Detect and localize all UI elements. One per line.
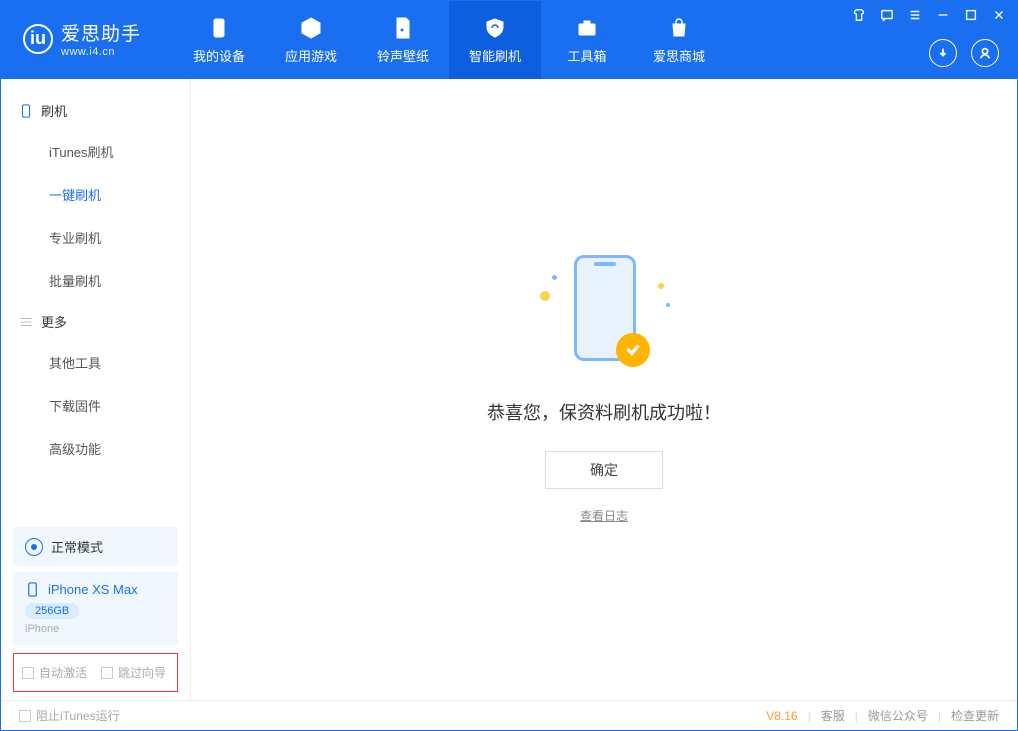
- nav-label: 工具箱: [568, 46, 607, 65]
- device-icon: [19, 104, 33, 118]
- version-label: V8.16: [766, 709, 797, 723]
- sidebar-heading-label: 更多: [41, 312, 67, 331]
- logo-badge-icon: iu: [23, 24, 53, 54]
- option-label: 自动激活: [39, 664, 87, 681]
- music-file-icon: [391, 16, 415, 40]
- options-highlight-box: 自动激活 跳过向导: [13, 653, 178, 692]
- sidebar-item-itunes-flash[interactable]: iTunes刷机: [1, 130, 190, 173]
- view-log-link[interactable]: 查看日志: [580, 507, 628, 524]
- nav-smart-flash[interactable]: 智能刷机: [449, 1, 541, 79]
- option-auto-activate[interactable]: 自动激活: [22, 664, 87, 681]
- ok-button[interactable]: 确定: [545, 451, 663, 489]
- sidebar-heading-more: 更多: [1, 302, 190, 341]
- maximize-icon[interactable]: [963, 7, 979, 23]
- sidebar-item-advanced[interactable]: 高级功能: [1, 427, 190, 470]
- sidebar-heading-flash: 刷机: [1, 91, 190, 130]
- checkbox-icon: [19, 710, 31, 722]
- app-url: www.i4.cn: [61, 46, 141, 58]
- footer-block-label: 阻止iTunes运行: [36, 707, 120, 724]
- briefcase-icon: [575, 16, 599, 40]
- nav-label: 我的设备: [193, 46, 245, 65]
- nav-label: 智能刷机: [469, 46, 521, 65]
- device-phone-icon: [25, 582, 40, 597]
- sidebar-heading-label: 刷机: [41, 101, 67, 120]
- nav-my-device[interactable]: 我的设备: [173, 1, 265, 79]
- minimize-icon[interactable]: [935, 7, 951, 23]
- sidebar-item-onekey-flash[interactable]: 一键刷机: [1, 173, 190, 216]
- option-label: 跳过向导: [118, 664, 166, 681]
- nav-label: 铃声壁纸: [377, 46, 429, 65]
- checkbox-icon: [101, 667, 113, 679]
- app-name: 爱思助手: [61, 19, 141, 46]
- footer-link-check-update[interactable]: 检查更新: [951, 707, 999, 724]
- cube-icon: [299, 16, 323, 40]
- nav-label: 爱思商城: [653, 46, 705, 65]
- nav-toolbox[interactable]: 工具箱: [541, 1, 633, 79]
- mode-normal-icon: [25, 538, 43, 556]
- mode-label: 正常模式: [51, 537, 103, 556]
- user-icon[interactable]: [971, 39, 999, 67]
- phone-icon: [207, 16, 231, 40]
- device-type: iPhone: [25, 623, 166, 635]
- feedback-icon[interactable]: [879, 7, 895, 23]
- device-storage-badge: 256GB: [25, 603, 79, 619]
- footer-link-support[interactable]: 客服: [821, 707, 845, 724]
- app-logo: iu 爱思助手 www.i4.cn: [1, 1, 155, 58]
- close-icon[interactable]: [991, 7, 1007, 23]
- check-badge-icon: [616, 333, 650, 367]
- mode-box[interactable]: 正常模式: [13, 527, 178, 566]
- footer-link-wechat[interactable]: 微信公众号: [868, 707, 928, 724]
- sidebar-item-download-firmware[interactable]: 下载固件: [1, 384, 190, 427]
- sidebar-item-other-tools[interactable]: 其他工具: [1, 341, 190, 384]
- nav-label: 应用游戏: [285, 46, 337, 65]
- option-skip-guide[interactable]: 跳过向导: [101, 664, 166, 681]
- success-title: 恭喜您，保资料刷机成功啦！: [487, 399, 721, 425]
- download-icon[interactable]: [929, 39, 957, 67]
- footer-block-itunes[interactable]: 阻止iTunes运行: [19, 707, 120, 724]
- refresh-shield-icon: [483, 16, 507, 40]
- shopping-bag-icon: [667, 16, 691, 40]
- sidebar-item-pro-flash[interactable]: 专业刷机: [1, 216, 190, 259]
- more-icon: [19, 315, 33, 329]
- checkbox-icon: [22, 667, 34, 679]
- device-name: iPhone XS Max: [48, 582, 138, 597]
- nav-apps-games[interactable]: 应用游戏: [265, 1, 357, 79]
- device-box[interactable]: iPhone XS Max 256GB iPhone: [13, 572, 178, 645]
- nav-shop[interactable]: 爱思商城: [633, 1, 725, 79]
- success-illustration: [534, 255, 674, 375]
- sidebar-item-batch-flash[interactable]: 批量刷机: [1, 259, 190, 302]
- menu-icon[interactable]: [907, 7, 923, 23]
- skin-icon[interactable]: [851, 7, 867, 23]
- nav-ringtones-wallpapers[interactable]: 铃声壁纸: [357, 1, 449, 79]
